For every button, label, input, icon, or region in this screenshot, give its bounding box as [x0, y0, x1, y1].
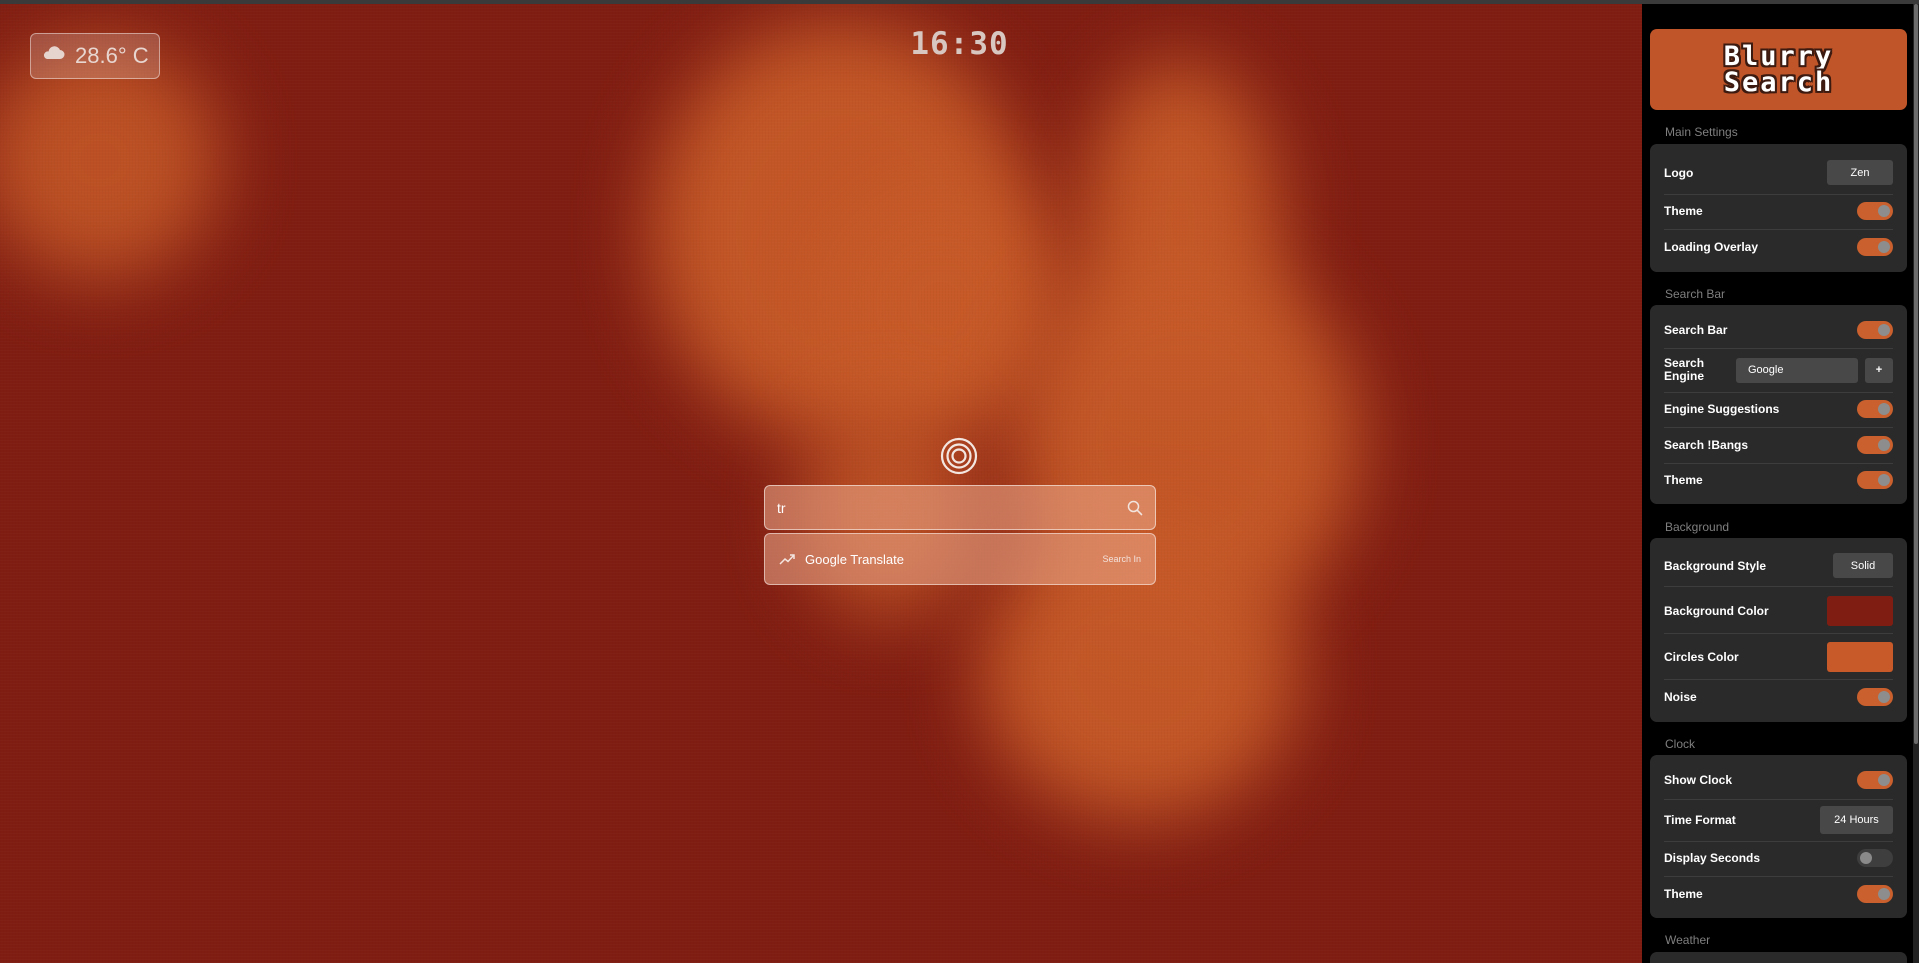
divider — [1664, 463, 1893, 464]
setting-label: Theme — [1664, 473, 1703, 487]
time-format-select[interactable]: 24 Hours — [1820, 806, 1893, 834]
setting-show-clock: Show Clock — [1664, 771, 1893, 789]
setting-label: Loading Overlay — [1664, 240, 1759, 254]
setting-engine-suggestions: Engine Suggestions — [1664, 400, 1893, 418]
search-engine-select[interactable]: Google — [1736, 357, 1858, 383]
setting-display-seconds: Display Seconds — [1664, 849, 1893, 867]
clock-card: Show Clock Time Format 24 Hours Display … — [1650, 755, 1907, 918]
window-top-border — [0, 0, 1919, 4]
setting-clock-theme: Theme — [1664, 885, 1893, 903]
search-input[interactable]: tr — [764, 485, 1156, 530]
setting-label: Search !Bangs — [1664, 438, 1749, 452]
search-bar-card: Search Bar Search Engine Google + Engine … — [1650, 305, 1907, 504]
search-bangs-toggle[interactable] — [1857, 436, 1893, 454]
main-settings-card: Logo Zen Theme Loading Overlay — [1650, 144, 1907, 272]
setting-label: Background Style — [1664, 558, 1767, 573]
section-title-weather: Weather — [1665, 933, 1711, 947]
section-title-clock: Clock — [1665, 737, 1696, 751]
suggestion-text: Google Translate — [805, 551, 905, 567]
zen-logo-icon[interactable] — [940, 437, 978, 475]
search-icon[interactable] — [1127, 500, 1143, 516]
suggestion-item[interactable]: Google Translate Search In — [764, 533, 1156, 585]
setting-label: Theme — [1664, 887, 1703, 901]
brand-line-2: Search — [1723, 66, 1834, 98]
section-title-main-settings: Main Settings — [1665, 125, 1738, 139]
search-theme-toggle[interactable] — [1857, 471, 1893, 489]
background-style-select[interactable]: Solid — [1833, 553, 1893, 578]
panel-scrollbar[interactable] — [1913, 4, 1919, 963]
trending-icon — [779, 554, 795, 565]
divider — [1664, 348, 1893, 349]
setting-search-theme: Theme — [1664, 471, 1893, 489]
setting-theme: Theme — [1664, 202, 1893, 220]
setting-label: Noise — [1664, 690, 1697, 704]
display-seconds-toggle[interactable] — [1857, 849, 1893, 867]
scrollbar-thumb[interactable] — [1914, 4, 1918, 744]
setting-logo: Logo Zen — [1664, 160, 1893, 185]
theme-toggle[interactable] — [1857, 202, 1893, 220]
loading-overlay-toggle[interactable] — [1857, 238, 1893, 256]
setting-label: Show Clock — [1664, 773, 1733, 787]
divider — [1664, 799, 1893, 800]
background-stage — [0, 0, 1642, 963]
search-query-text: tr — [777, 499, 786, 516]
divider — [1664, 679, 1893, 680]
section-title-background: Background — [1665, 520, 1730, 534]
section-title-search-bar: Search Bar — [1665, 287, 1726, 301]
setting-label: Search Engine — [1664, 357, 1704, 383]
divider — [1664, 427, 1893, 428]
show-clock-toggle[interactable] — [1857, 771, 1893, 789]
setting-label: Display Seconds — [1664, 851, 1761, 865]
setting-search-bangs: Search !Bangs — [1664, 436, 1893, 454]
setting-background-color: Background Color — [1664, 596, 1893, 626]
label-line: Engine — [1664, 369, 1705, 383]
engine-suggestions-toggle[interactable] — [1857, 400, 1893, 418]
setting-search-bar: Search Bar — [1664, 321, 1893, 339]
weather-card — [1650, 952, 1907, 963]
divider — [1664, 229, 1893, 230]
setting-time-format: Time Format 24 Hours — [1664, 806, 1893, 834]
divider — [1664, 392, 1893, 393]
setting-search-engine: Search Engine Google + — [1664, 356, 1893, 384]
noise-toggle[interactable] — [1857, 688, 1893, 706]
setting-label: Logo — [1664, 165, 1694, 180]
clock-display: 16:30 — [910, 26, 1009, 62]
logo-select[interactable]: Zen — [1827, 160, 1893, 185]
noise-overlay — [0, 0, 1642, 963]
setting-label: Search Bar — [1664, 323, 1728, 337]
clock-theme-toggle[interactable] — [1857, 885, 1893, 903]
label-line: Search — [1664, 356, 1705, 370]
add-engine-button[interactable]: + — [1865, 357, 1893, 383]
background-color-picker[interactable] — [1827, 596, 1893, 626]
setting-label: Circles Color — [1664, 650, 1739, 664]
background-card: Background Style Solid Background Color … — [1650, 538, 1907, 722]
setting-label: Background Color — [1664, 604, 1769, 618]
setting-label: Time Format — [1664, 813, 1736, 827]
engine-controls: Google + — [1736, 357, 1893, 383]
divider — [1664, 586, 1893, 587]
setting-label: Theme — [1664, 204, 1703, 218]
setting-noise: Noise — [1664, 688, 1893, 706]
divider — [1664, 194, 1893, 195]
divider — [1664, 841, 1893, 842]
circles-color-picker[interactable] — [1827, 642, 1893, 672]
search-bar-toggle[interactable] — [1857, 321, 1893, 339]
settings-panel: Blurry Search Main Settings Logo Zen Them… — [1642, 0, 1919, 963]
setting-background-style: Background Style Solid — [1664, 553, 1893, 578]
suggestion-hint: Search In — [1102, 554, 1141, 564]
setting-circles-color: Circles Color — [1664, 642, 1893, 672]
divider — [1664, 876, 1893, 877]
setting-label: Engine Suggestions — [1664, 402, 1780, 416]
divider — [1664, 633, 1893, 634]
setting-loading-overlay: Loading Overlay — [1664, 238, 1893, 256]
